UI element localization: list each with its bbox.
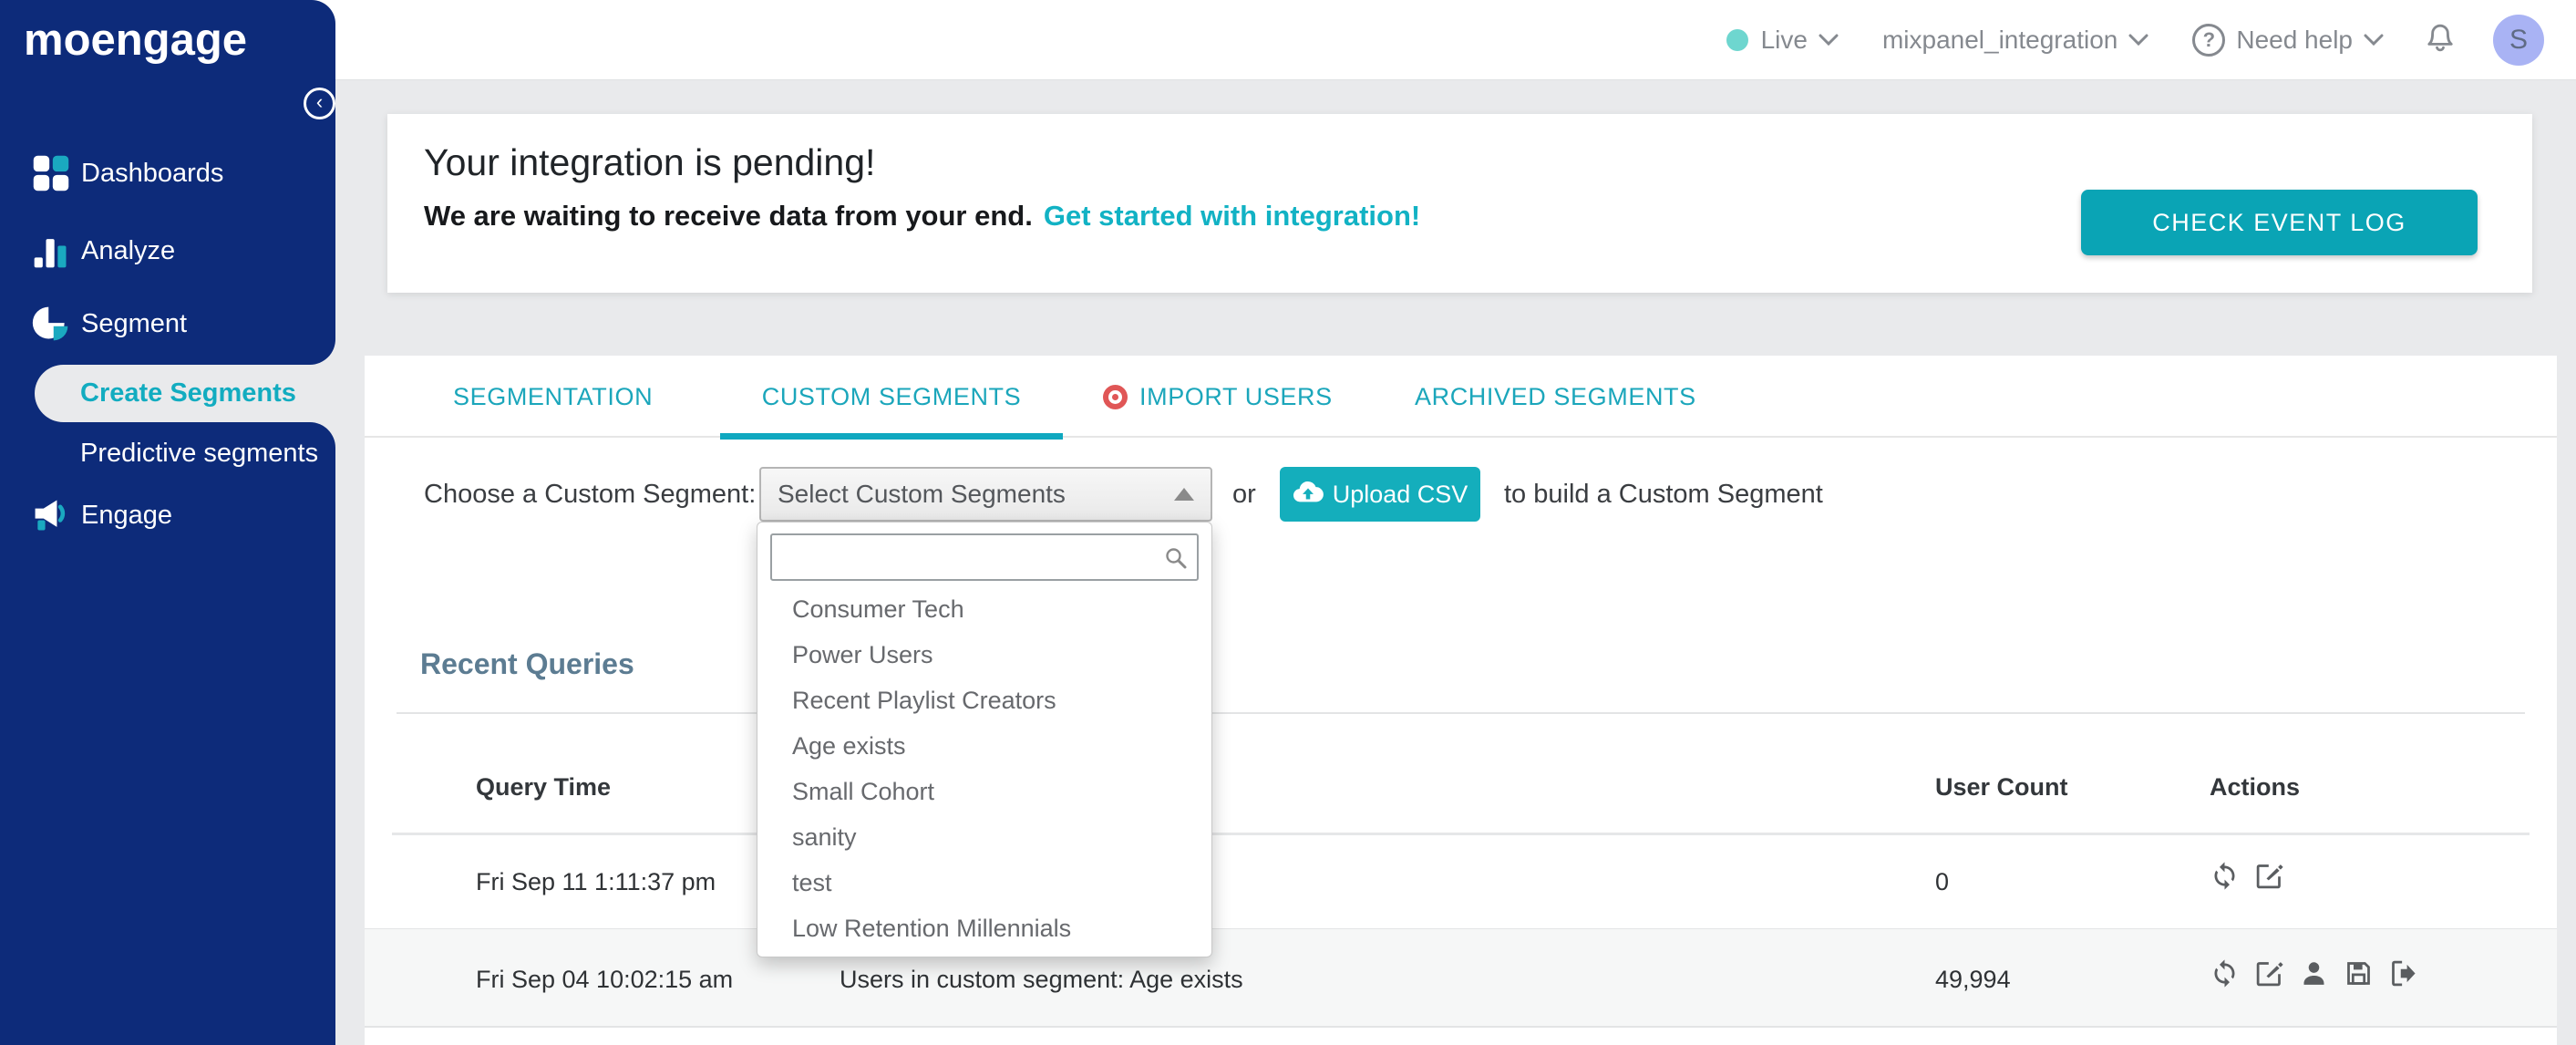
need-help-menu[interactable]: Need help [2192,23,2384,57]
banner-title: Your integration is pending! [424,141,876,183]
segments-content-card: SEGMENTATION CUSTOM SEGMENTS IMPORT USER… [365,356,2557,1045]
banner-message: We are waiting to receive data from your… [424,200,1420,233]
dropdown-search-box [770,533,1199,581]
tab-label: CUSTOM SEGMENTS [761,382,1022,410]
sidebar-item-label: Segment [81,308,188,338]
sidebar-item-dashboards[interactable]: Dashboards [0,148,335,199]
live-status-dot [1726,28,1748,51]
user-count-cell: 0 [1935,868,1950,895]
upload-csv-button[interactable]: Upload CSV [1280,467,1480,522]
sidebar-item-label: Create Segments [80,378,296,408]
chevron-down-icon [1819,34,1839,47]
chevron-down-icon [2128,34,2148,47]
sidebar-item-engage[interactable]: Engage [0,490,335,541]
banner-message-text: We are waiting to receive data from your… [424,200,1033,232]
custom-segment-dropdown-panel: Consumer Tech Power Users Recent Playlis… [757,522,1212,957]
top-bar: Live mixpanel_integration Need help [0,0,2576,80]
dropdown-option[interactable]: Small Cohort [757,769,1211,814]
query-time-cell: Fri Sep 11 1:11:37 pm [476,868,716,895]
avatar-initial: S [2509,24,2528,55]
user-icon[interactable] [2299,958,2329,988]
dropdown-option[interactable]: test [757,860,1211,905]
environment-label: Live [1760,25,1808,54]
moengage-create-segments-page: Live mixpanel_integration Need help [0,0,2576,1045]
column-header-query-time: Query Time [476,773,612,801]
dropdown-option[interactable]: Low Retention Millennials [757,905,1211,951]
workspace-name: mixpanel_integration [1881,25,2118,54]
cloud-upload-icon [1293,480,1324,510]
query-description-cell: Users in custom segment: Age exists [840,966,1243,993]
notifications-button[interactable] [2424,20,2457,59]
choose-segment-label: Choose a Custom Segment: [424,480,757,509]
save-icon[interactable] [2344,958,2374,988]
triangle-up-icon [1174,488,1194,501]
need-help-label: Need help [2236,25,2353,54]
environment-switcher[interactable]: Live [1726,26,1839,55]
table-row: Fri Sep 04 10:02:15 am Users in custom s… [365,928,2557,1028]
tab-label: ARCHIVED SEGMENTS [1415,382,1696,410]
custom-segment-select[interactable]: Select Custom Segments [759,467,1212,522]
dropdown-option[interactable]: Consumer Tech [757,586,1211,632]
check-event-log-button[interactable]: CHECK EVENT LOG [2081,190,2478,255]
sidebar-collapse-button[interactable] [304,88,335,119]
tab-custom-segments-active[interactable]: CUSTOM SEGMENTS [720,356,1063,440]
user-avatar[interactable]: S [2493,14,2544,66]
divider [397,712,2525,714]
dropdown-option[interactable]: sanity [757,814,1211,860]
dropdown-option[interactable]: Recent Playlist Creators [757,678,1211,723]
column-header-user-count: User Count [1935,773,2068,801]
upload-csv-label: Upload CSV [1332,480,1468,508]
or-text: or [1232,480,1256,509]
edit-icon[interactable] [2254,861,2284,891]
workspace-switcher[interactable]: mixpanel_integration [1882,26,2148,55]
refresh-icon[interactable] [2210,958,2240,988]
sidebar-notch [281,339,335,365]
table-row: Fri Sep 11 1:11:37 pm 0 [365,835,2557,928]
export-icon[interactable] [2388,958,2418,988]
question-circle-icon [2192,23,2226,57]
get-started-link[interactable]: Get started with integration! [1044,200,1420,232]
build-segment-suffix: to build a Custom Segment [1504,480,1823,509]
tab-segmentation[interactable]: SEGMENTATION [453,356,653,438]
sidebar-item-create-segments-active[interactable]: Create Segments [35,365,335,422]
red-target-icon [1103,384,1128,409]
select-value: Select Custom Segments [778,480,1066,508]
search-icon [1164,546,1188,570]
tab-import-users[interactable]: IMPORT USERS [1103,356,1333,438]
dropdown-options-list: Consumer Tech Power Users Recent Playlis… [757,586,1211,951]
dropdown-option[interactable]: Age exists [757,723,1211,769]
megaphone-icon [30,494,72,536]
chevron-down-icon [2364,34,2384,47]
grid-icon [30,152,72,194]
sidebar-item-predictive-segments[interactable]: Predictive segments [80,428,318,479]
tab-archived-segments[interactable]: ARCHIVED SEGMENTS [1415,356,1696,438]
integration-pending-banner: Your integration is pending! We are wait… [387,114,2532,293]
tab-label: IMPORT USERS [1139,382,1333,410]
dropdown-option[interactable]: Power Users [757,632,1211,678]
column-header-actions: Actions [2210,773,2301,801]
pie-chart-icon [30,303,72,345]
sidebar-item-label: Analyze [81,235,176,265]
sidebar-item-label: Engage [81,500,172,530]
bell-icon [2424,20,2457,59]
edit-icon[interactable] [2254,958,2284,988]
sidebar-item-analyze[interactable]: Analyze [0,225,335,276]
dropdown-search-input[interactable] [772,535,1197,579]
row-actions [2210,861,2284,891]
refresh-icon[interactable] [2210,861,2240,891]
row-actions [2210,958,2418,988]
user-count-cell: 49,994 [1935,966,2011,993]
tabs-row: SEGMENTATION CUSTOM SEGMENTS IMPORT USER… [365,356,2557,440]
query-time-cell: Fri Sep 04 10:02:15 am [476,966,734,993]
recent-queries-title: Recent Queries [420,647,634,680]
tab-label: SEGMENTATION [453,382,654,410]
sidebar-item-label: Predictive segments [80,438,319,468]
bar-chart-icon [30,230,72,272]
sidebar: moengage Dashboards Analyze Segment Crea… [0,0,335,1045]
sidebar-item-label: Dashboards [81,158,224,188]
moengage-logo: moengage [24,16,248,65]
